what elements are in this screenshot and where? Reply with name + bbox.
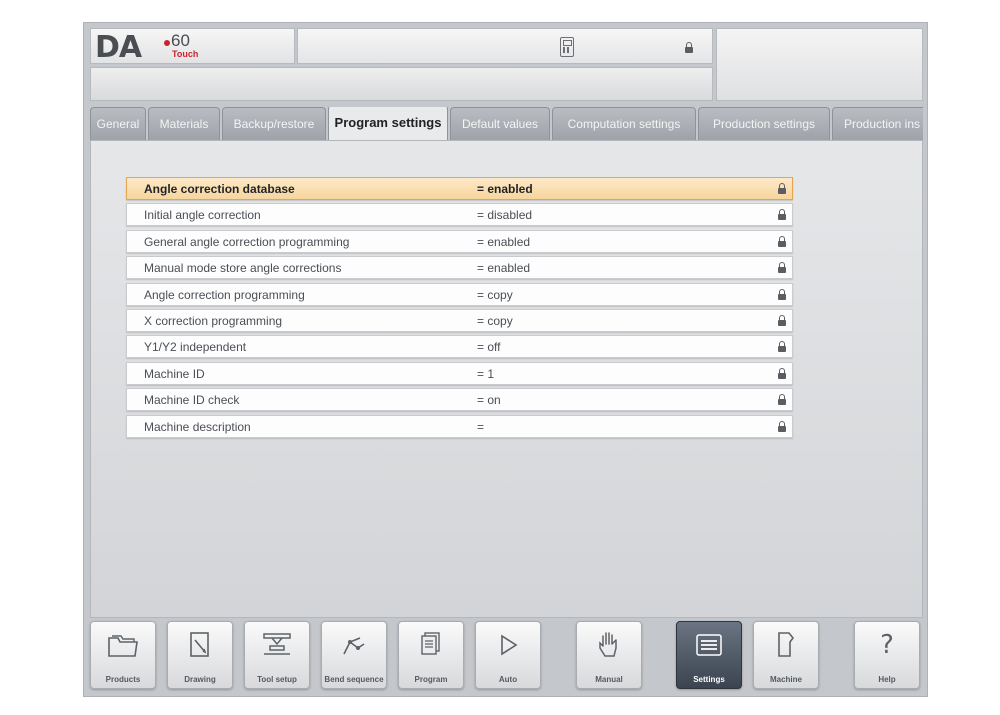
setting-value: = enabled bbox=[477, 261, 531, 276]
logo-sub: Touch bbox=[172, 49, 199, 59]
main-navigation: Products Drawing Tool setup Bend sequenc… bbox=[90, 621, 923, 693]
setting-value: = 1 bbox=[477, 366, 495, 381]
logo-model: 60 bbox=[171, 31, 190, 50]
setting-label: Machine ID bbox=[144, 366, 205, 381]
bend-sequence-label: Bend sequence bbox=[324, 675, 384, 684]
setting-value: = enabled bbox=[477, 182, 533, 196]
setting-label: General angle correction programming bbox=[144, 234, 350, 249]
tab-default-values[interactable]: Default values bbox=[450, 107, 550, 140]
settings-panel: Angle correction database = enabled Init… bbox=[90, 140, 923, 618]
tab-materials[interactable]: Materials bbox=[148, 107, 220, 140]
da60-logo: DA 60 Touch bbox=[90, 28, 295, 65]
folder-icon bbox=[91, 630, 155, 660]
logo-text: DA bbox=[95, 30, 142, 65]
play-icon bbox=[476, 630, 540, 660]
logo-dot bbox=[164, 40, 170, 46]
help-icon: ? bbox=[880, 630, 894, 660]
setting-label: Machine description bbox=[144, 419, 251, 434]
tool-setup-label: Tool setup bbox=[257, 675, 297, 684]
lock-icon bbox=[778, 341, 786, 353]
setting-row[interactable]: Machine description = bbox=[126, 414, 793, 438]
program-button[interactable]: Program bbox=[398, 621, 464, 689]
products-button[interactable]: Products bbox=[90, 621, 156, 689]
products-label: Products bbox=[105, 675, 141, 684]
lock-icon bbox=[778, 367, 786, 379]
bend-sequence-icon bbox=[322, 630, 386, 660]
tab-production-ins[interactable]: Production ins bbox=[832, 107, 923, 140]
machine-button[interactable]: Machine bbox=[753, 621, 819, 689]
tab-general[interactable]: General bbox=[90, 107, 146, 140]
manual-button[interactable]: Manual bbox=[576, 621, 642, 689]
setting-value: = on bbox=[477, 393, 501, 408]
drawing-button[interactable]: Drawing bbox=[167, 621, 233, 689]
tab-backup-restore[interactable]: Backup/restore bbox=[222, 107, 326, 140]
lock-icon bbox=[778, 262, 786, 274]
tab-production-settings[interactable]: Production settings bbox=[698, 107, 830, 140]
lock-icon bbox=[778, 209, 786, 221]
lock-icon[interactable] bbox=[685, 42, 693, 53]
setting-label: Initial angle correction bbox=[144, 208, 261, 223]
setting-value: = enabled bbox=[477, 234, 531, 249]
lock-icon bbox=[778, 235, 786, 247]
setting-value: = disabled bbox=[477, 208, 533, 223]
setting-label: Machine ID check bbox=[144, 393, 240, 408]
settings-label: Settings bbox=[693, 675, 725, 684]
setting-row[interactable]: Angle correction database = enabled bbox=[126, 177, 793, 200]
setting-row[interactable]: Y1/Y2 independent = off bbox=[126, 335, 793, 359]
lock-icon bbox=[778, 183, 786, 194]
title-bar bbox=[297, 28, 713, 64]
setting-label: X correction programming bbox=[144, 313, 283, 328]
help-button[interactable]: ? Help bbox=[854, 621, 920, 689]
tab-computation-settings[interactable]: Computation settings bbox=[552, 107, 696, 140]
lock-icon bbox=[778, 420, 786, 432]
tab-bar: General Materials Backup/restore Program… bbox=[90, 107, 923, 140]
lock-icon bbox=[778, 394, 786, 406]
settings-list-icon bbox=[677, 630, 741, 660]
program-label: Program bbox=[414, 675, 448, 684]
hand-icon bbox=[577, 630, 641, 660]
setting-label: Angle correction programming bbox=[144, 287, 305, 302]
info-panel bbox=[716, 28, 923, 101]
setting-row[interactable]: Manual mode store angle corrections = en… bbox=[126, 256, 793, 280]
setting-value: = copy bbox=[477, 287, 513, 302]
lock-icon bbox=[778, 288, 786, 300]
app-window: DA 60 Touch General Materials Backup/res… bbox=[83, 22, 928, 697]
bend-sequence-button[interactable]: Bend sequence bbox=[321, 621, 387, 689]
program-icon bbox=[399, 630, 463, 660]
auto-label: Auto bbox=[498, 675, 518, 684]
setting-label: Angle correction database bbox=[144, 182, 295, 196]
machine-icon bbox=[754, 630, 818, 660]
setting-row[interactable]: General angle correction programming = e… bbox=[126, 229, 793, 253]
setting-label: Y1/Y2 independent bbox=[144, 340, 247, 355]
auto-button[interactable]: Auto bbox=[475, 621, 541, 689]
setting-row[interactable]: Machine ID = 1 bbox=[126, 361, 793, 385]
setting-value: = off bbox=[477, 340, 501, 355]
setting-row[interactable]: Initial angle correction = disabled bbox=[126, 203, 793, 227]
machine-label: Machine bbox=[769, 675, 802, 684]
settings-list: Angle correction database = enabled Init… bbox=[126, 177, 793, 441]
calculator-icon[interactable] bbox=[560, 37, 574, 57]
setting-row[interactable]: Angle correction programming = copy bbox=[126, 282, 793, 306]
manual-label: Manual bbox=[595, 675, 623, 684]
setting-value: = copy bbox=[477, 313, 513, 328]
tool-setup-icon bbox=[245, 630, 309, 660]
settings-button[interactable]: Settings bbox=[676, 621, 742, 689]
tab-program-settings[interactable]: Program settings bbox=[328, 107, 448, 140]
setting-row[interactable]: X correction programming = copy bbox=[126, 308, 793, 332]
setting-value: = bbox=[477, 419, 485, 434]
setting-row[interactable]: Machine ID check = on bbox=[126, 388, 793, 412]
tool-setup-button[interactable]: Tool setup bbox=[244, 621, 310, 689]
setting-label: Manual mode store angle corrections bbox=[144, 261, 342, 276]
status-bar bbox=[90, 67, 713, 101]
lock-icon bbox=[778, 314, 786, 326]
help-label: Help bbox=[878, 675, 896, 684]
drawing-icon bbox=[168, 630, 232, 660]
drawing-label: Drawing bbox=[184, 675, 216, 684]
